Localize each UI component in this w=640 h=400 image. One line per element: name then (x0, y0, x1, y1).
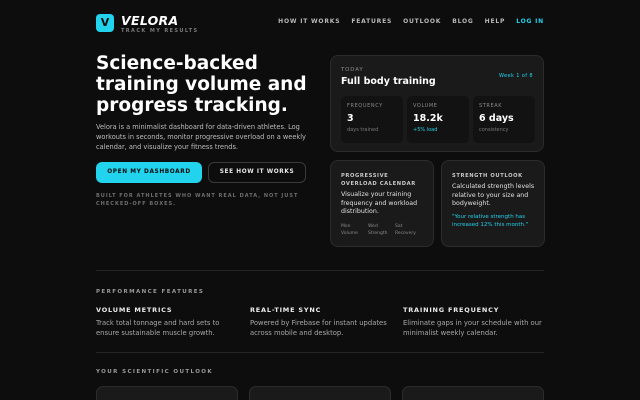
stat-value: 6 days (479, 113, 514, 124)
legend-sat-recovery: Sat Recovery (395, 224, 416, 236)
outlook-card[interactable] (249, 386, 391, 400)
overload-calendar-card[interactable]: PROGRESSIVE OVERLOAD CALENDAR Visualize … (330, 160, 434, 247)
today-label: TODAY (341, 67, 364, 73)
feature-title: TRAINING FREQUENCY (403, 306, 500, 314)
hero-title: Science-backed training volume and progr… (96, 53, 307, 116)
hero-note: BUILT FOR ATHLETES WHO WANT REAL DATA, N… (96, 193, 299, 207)
feature-text: Eliminate gaps in your schedule with our… (403, 319, 542, 337)
overload-card-title: PROGRESSIVE OVERLOAD CALENDAR (341, 173, 416, 187)
stat-sub: consistency (479, 127, 509, 133)
stat-streak: STREAK 6 days consistency (473, 96, 535, 143)
outlook-card[interactable] (402, 386, 544, 400)
feature-training-frequency: TRAINING FREQUENCY Eliminate gaps in you… (403, 306, 543, 338)
outlook-quote: "Your relative strength has increased 12… (452, 214, 529, 228)
feature-volume-metrics: VOLUME METRICS Track total tonnage and h… (96, 306, 236, 338)
stat-value: 18.2k (413, 113, 443, 124)
calendar-legend: Mon Volume Wed Strength Sat Recovery (341, 223, 416, 237)
legend-mon-volume: Mon Volume (341, 224, 358, 236)
outlook-section-label: YOUR SCIENTIFIC OUTLOOK (96, 369, 214, 375)
today-title: Full body training (341, 76, 436, 87)
outlook-card[interactable] (96, 386, 238, 400)
stat-value: 3 (347, 113, 354, 124)
nav-link-help[interactable]: HELP (485, 18, 506, 25)
brand-name[interactable]: VELORA (121, 13, 178, 28)
brand-tagline: TRACK MY RESULTS (121, 28, 199, 34)
overload-card-text: Visualize your training frequency and wo… (341, 191, 418, 215)
stat-label: VOLUME (413, 103, 438, 109)
feature-title: REAL-TIME SYNC (250, 306, 322, 314)
nav-link-features[interactable]: FEATURES (351, 18, 392, 25)
stat-label: FREQUENCY (347, 103, 383, 109)
outlook-card-title: STRENGTH OUTLOOK (452, 173, 523, 179)
feature-text: Powered by Firebase for instant updates … (250, 319, 387, 337)
feature-title: VOLUME METRICS (96, 306, 173, 314)
feature-real-time-sync: REAL-TIME SYNC Powered by Firebase for i… (250, 306, 390, 338)
outlook-card-text: Calculated strength levels relative to y… (452, 183, 535, 207)
stat-label: STREAK (479, 103, 503, 109)
strength-outlook-card[interactable]: STRENGTH OUTLOOK Calculated strength lev… (441, 160, 545, 247)
nav-link-outlook[interactable]: OUTLOOK (403, 18, 441, 25)
stat-sub: days trained (347, 127, 379, 133)
week-indicator: Week 1 of 8 (498, 73, 533, 79)
features-section-label: PERFORMANCE FEATURES (96, 289, 205, 295)
nav-link-blog[interactable]: BLOG (452, 18, 473, 25)
login-link[interactable]: LOG IN (516, 18, 544, 25)
hero-description: Velora is a minimalist dashboard for dat… (96, 123, 306, 151)
stat-frequency: FREQUENCY 3 days trained (341, 96, 403, 143)
top-nav: V VELORA TRACK MY RESULTS HOW IT WORKS F… (96, 13, 544, 37)
section-divider (96, 270, 544, 271)
stat-sub: +5% load (413, 127, 438, 133)
nav-link-how-it-works[interactable]: HOW IT WORKS (278, 18, 340, 25)
stat-volume: VOLUME 18.2k +5% load (407, 96, 469, 143)
nav-links: HOW IT WORKS FEATURES OUTLOOK BLOG HELP … (278, 18, 544, 25)
legend-wed-strength: Wed Strength (368, 224, 388, 236)
see-how-it-works-button[interactable]: SEE HOW IT WORKS (208, 162, 306, 183)
section-divider (96, 352, 544, 353)
open-dashboard-button[interactable]: OPEN MY DASHBOARD (96, 162, 202, 183)
feature-text: Track total tonnage and hard sets to ens… (96, 319, 220, 337)
logo-icon[interactable]: V (96, 14, 114, 32)
today-card: TODAY Full body training Week 1 of 8 FRE… (330, 55, 544, 152)
